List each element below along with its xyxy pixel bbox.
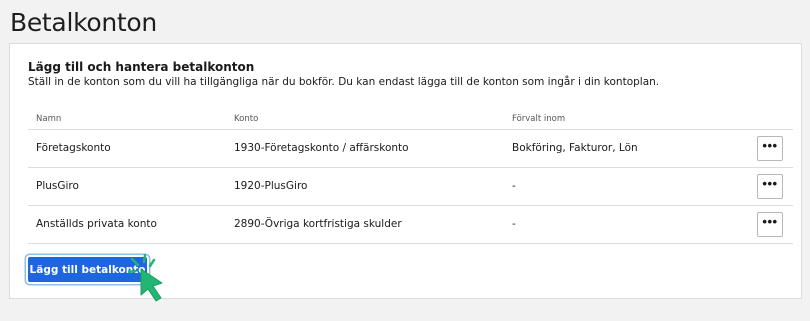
column-header-account: Konto <box>234 114 259 124</box>
row-menu-button[interactable]: ••• <box>757 136 783 161</box>
card-description: Ställ in de konton som du vill ha tillgä… <box>28 76 660 88</box>
more-horizontal-icon: ••• <box>762 176 778 191</box>
more-horizontal-icon: ••• <box>762 138 778 153</box>
row-account: 2890-Övriga kortfristiga skulder <box>234 218 402 230</box>
row-default: Bokföring, Fakturor, Lön <box>512 142 638 154</box>
pointer-cursor-icon <box>128 253 163 302</box>
row-menu-button[interactable]: ••• <box>757 174 783 199</box>
column-header-name: Namn <box>36 114 62 124</box>
row-menu-button[interactable]: ••• <box>757 212 783 237</box>
accounts-table: Namn Konto Förvalt inom Företagskonto 19… <box>28 108 793 244</box>
card-heading: Lägg till och hantera betalkonton <box>28 60 255 74</box>
more-horizontal-icon: ••• <box>762 214 778 229</box>
row-default: - <box>512 180 516 192</box>
page-title: Betalkonton <box>10 8 157 37</box>
table-row: Företagskonto 1930-Företagskonto / affär… <box>28 130 793 168</box>
row-default: - <box>512 218 516 230</box>
row-name: Företagskonto <box>36 142 111 154</box>
column-header-default: Förvalt inom <box>512 114 566 124</box>
table-row: PlusGiro 1920-PlusGiro - ••• <box>28 168 793 206</box>
row-name: PlusGiro <box>36 180 79 192</box>
table-row: Anställds privata konto 2890-Övriga kort… <box>28 206 793 244</box>
row-account: 1920-PlusGiro <box>234 180 308 192</box>
row-name: Anställds privata konto <box>36 218 157 230</box>
table-header: Namn Konto Förvalt inom <box>28 108 793 130</box>
row-account: 1930-Företagskonto / affärskonto <box>234 142 409 154</box>
